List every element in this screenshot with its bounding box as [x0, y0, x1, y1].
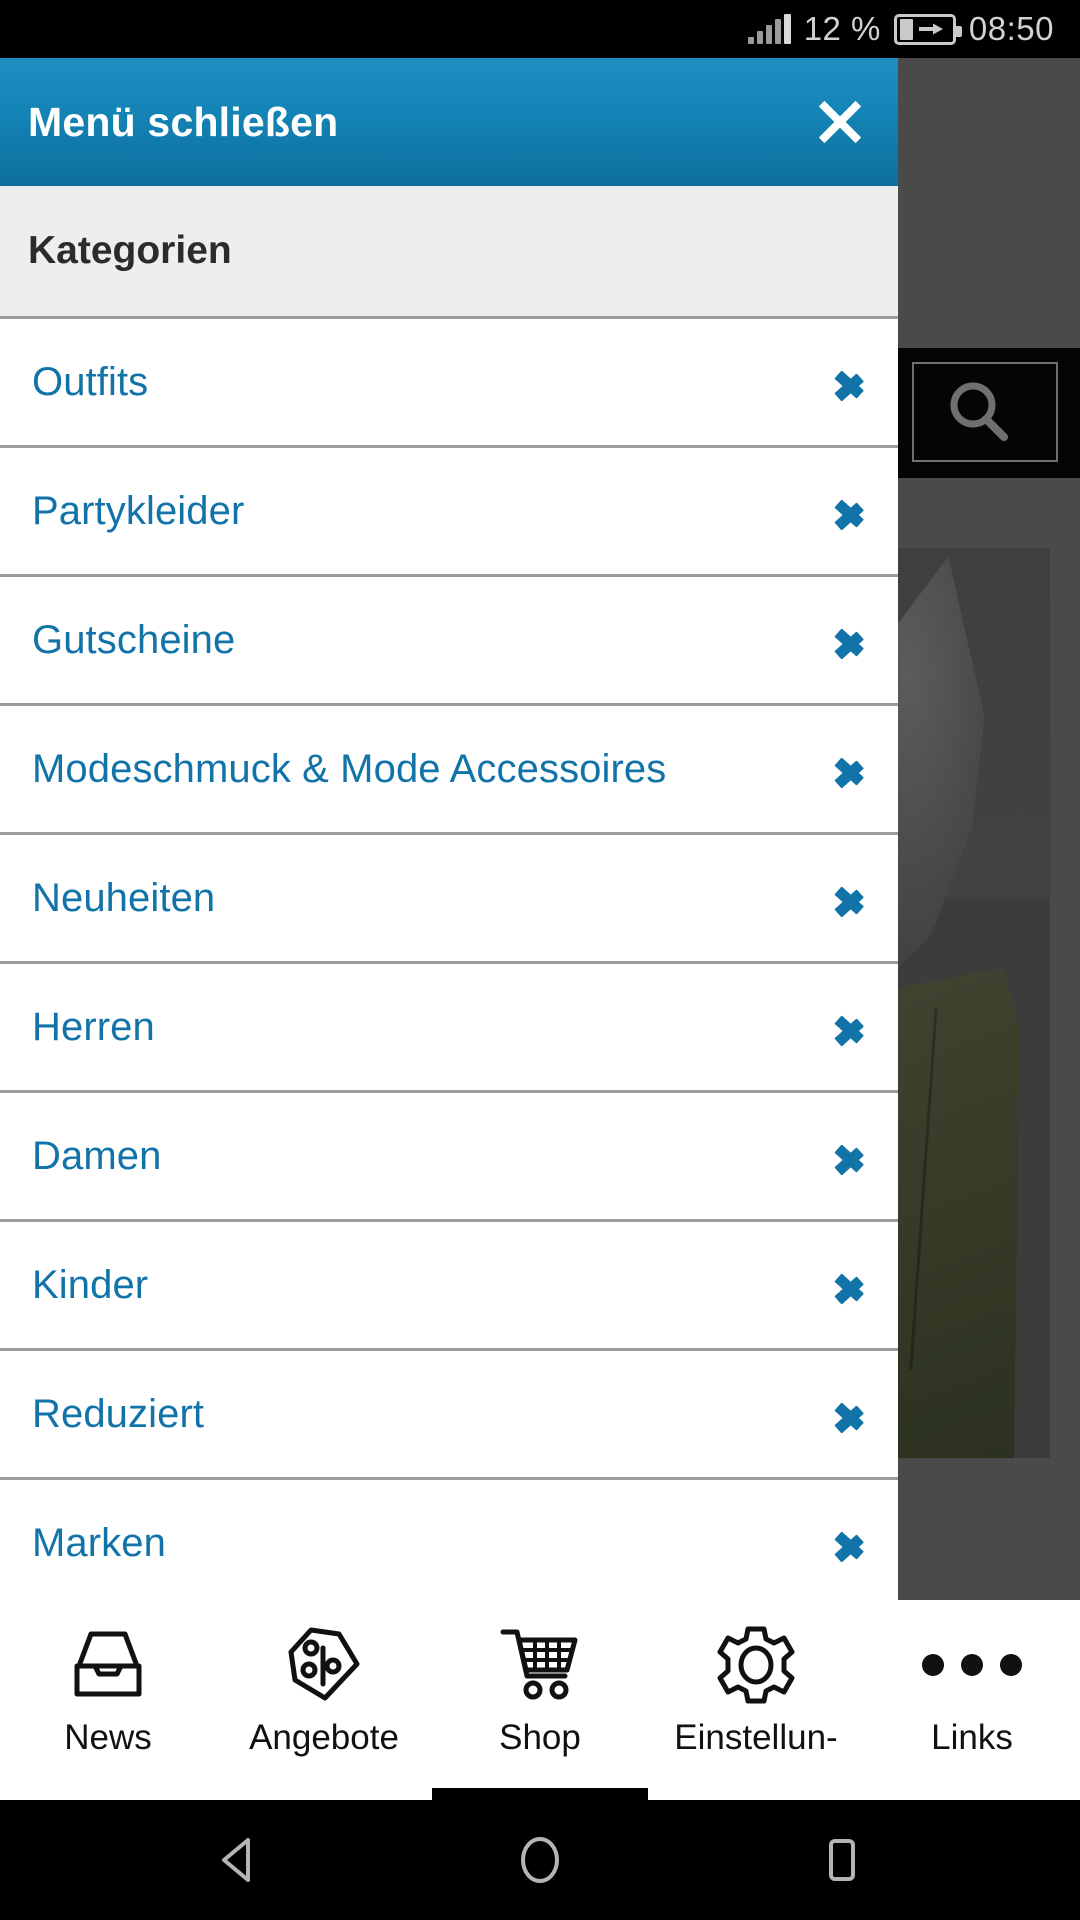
menu-header-bar[interactable]: Menü schließen — [0, 58, 898, 186]
side-menu-panel: Menü schließen Kategorien Outfits Partykl… — [0, 58, 898, 1600]
menu-header-title: Menü schließen — [28, 98, 339, 145]
menu-item-label: Outfits — [32, 359, 149, 404]
charging-arrow-icon — [918, 23, 943, 35]
background-search-bar[interactable] — [898, 348, 1080, 478]
status-bar: 12 % 08:50 — [0, 0, 1080, 58]
recents-square-icon[interactable] — [814, 1832, 870, 1888]
menu-item-label: Marken — [32, 1520, 166, 1565]
more-dots-icon — [922, 1622, 1022, 1708]
tab-label: Links — [931, 1718, 1013, 1757]
close-icon[interactable] — [812, 94, 868, 150]
menu-item-modeschmuck-mode-accessoires[interactable]: Modeschmuck & Mode Accessoires — [0, 706, 898, 835]
battery-percent-label: 12 % — [803, 10, 881, 47]
chevron-right-icon — [834, 359, 868, 405]
tab-angebote[interactable]: Angebote — [216, 1600, 432, 1800]
tab-links[interactable]: Links — [864, 1600, 1080, 1800]
chevron-right-icon — [834, 875, 868, 921]
section-header-label: Kategorien — [28, 229, 232, 272]
menu-item-herren[interactable]: Herren — [0, 964, 898, 1093]
tab-label: Einstellun- — [674, 1718, 838, 1757]
menu-item-label: Damen — [32, 1133, 162, 1178]
back-triangle-icon[interactable] — [210, 1832, 266, 1888]
product-shirt-graphic — [898, 556, 985, 968]
category-list: Outfits Partykleider Gutscheine Modeschmuck… — [0, 319, 898, 1600]
menu-item-label: Reduziert — [32, 1391, 205, 1436]
chevron-right-icon — [834, 1004, 868, 1050]
menu-item-label: Gutscheine — [32, 617, 236, 662]
chevron-right-icon — [834, 1262, 868, 1308]
menu-item-neuheiten[interactable]: Neuheiten — [0, 835, 898, 964]
shopping-cart-icon — [497, 1622, 583, 1708]
tab-label: News — [64, 1718, 152, 1757]
tab-shop[interactable]: Shop — [432, 1600, 648, 1800]
menu-item-label: Partykleider — [32, 488, 245, 533]
gear-icon — [714, 1622, 798, 1708]
chevron-right-icon — [834, 1520, 868, 1566]
tab-label: Angebote — [249, 1718, 399, 1757]
menu-item-damen[interactable]: Damen — [0, 1093, 898, 1222]
chevron-right-icon — [834, 617, 868, 663]
search-input[interactable] — [912, 362, 1058, 462]
menu-item-kinder[interactable]: Kinder — [0, 1222, 898, 1351]
menu-item-label: Modeschmuck & Mode Accessoires — [32, 746, 667, 791]
chevron-right-icon — [834, 1391, 868, 1437]
battery-charging-icon — [893, 13, 962, 45]
section-header-kategorien: Kategorien — [0, 186, 898, 319]
signal-bars-icon — [747, 14, 791, 44]
menu-item-outfits[interactable]: Outfits — [0, 319, 898, 448]
tab-einstellun[interactable]: Einstellun- — [648, 1600, 864, 1800]
menu-item-label: Herren — [32, 1004, 155, 1049]
menu-item-marken[interactable]: Marken — [0, 1480, 898, 1600]
search-icon — [950, 382, 1008, 441]
tab-news[interactable]: News — [0, 1600, 216, 1800]
phone-screen: 12 % 08:50 Menü schließen Kategorien Out… — [0, 0, 1080, 1920]
product-pants-graphic — [898, 968, 1020, 1458]
background-product-image[interactable] — [898, 548, 1050, 1458]
menu-item-label: Kinder — [32, 1262, 149, 1307]
menu-item-label: Neuheiten — [32, 875, 216, 920]
menu-item-partykleider[interactable]: Partykleider — [0, 448, 898, 577]
menu-item-gutscheine[interactable]: Gutscheine — [0, 577, 898, 706]
home-circle-icon[interactable] — [512, 1832, 568, 1888]
inbox-tray-icon — [65, 1622, 151, 1708]
tab-label: Shop — [499, 1718, 581, 1757]
chevron-right-icon — [834, 1133, 868, 1179]
chevron-right-icon — [834, 488, 868, 534]
price-tag-percent-icon — [281, 1622, 367, 1708]
bottom-tab-bar: News Angebote Shop Einstellun- Links — [0, 1600, 1080, 1800]
chevron-right-icon — [834, 746, 868, 792]
android-nav-bar — [0, 1800, 1080, 1920]
menu-item-reduziert[interactable]: Reduziert — [0, 1351, 898, 1480]
status-bar-clock: 08:50 — [968, 10, 1054, 47]
